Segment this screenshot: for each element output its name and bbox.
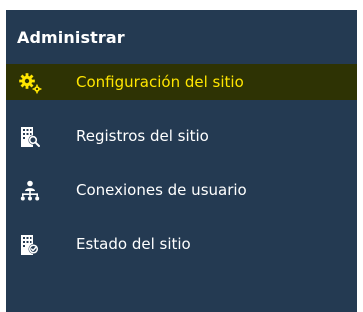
nav-item-site-logs[interactable]: Registros del sitio xyxy=(6,118,357,154)
gears-icon xyxy=(19,73,42,94)
nav-item-label: Conexiones de usuario xyxy=(76,181,247,199)
nav-item-label: Registros del sitio xyxy=(76,127,209,145)
user-network-icon xyxy=(20,180,40,201)
building-search-icon xyxy=(21,127,40,147)
admin-panel: Administrar Configuración del sitio Regi… xyxy=(6,10,357,312)
building-status-icon xyxy=(21,235,39,255)
panel-title: Administrar xyxy=(17,28,125,47)
nav-item-label: Estado del sitio xyxy=(76,235,191,253)
nav-item-site-status[interactable]: Estado del sitio xyxy=(6,226,357,262)
nav-item-site-configuration[interactable]: Configuración del sitio xyxy=(6,64,357,100)
nav-item-label: Configuración del sitio xyxy=(76,73,244,91)
admin-nav: Configuración del sitio Registros del si… xyxy=(6,64,357,280)
nav-item-user-connections[interactable]: Conexiones de usuario xyxy=(6,172,357,208)
